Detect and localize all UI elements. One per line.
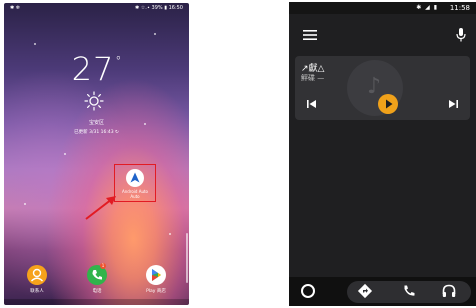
- microphone-icon[interactable]: [456, 28, 466, 42]
- play-button[interactable]: [378, 94, 398, 114]
- weather-city: 宝安区: [88, 120, 104, 126]
- status-left-icons: ✱ ❄: [10, 5, 20, 11]
- play-store-icon[interactable]: [146, 265, 166, 285]
- skip-previous-icon[interactable]: [307, 100, 317, 108]
- android-auto-nav-bar: [289, 277, 476, 306]
- android-auto-icon[interactable]: [126, 169, 144, 187]
- top-app-bar: [289, 14, 476, 54]
- phone-call-icon[interactable]: [401, 283, 417, 299]
- dock-app-contacts[interactable]: 联系人: [24, 265, 50, 294]
- status-right-info: ✱ ☆.∙ 39% ▮ 16:50: [134, 5, 183, 11]
- right-phone-android-auto: ✱ ◢ ▮ 11:58 ♪ ↗獻△ 鮃碟 —: [289, 2, 476, 306]
- track-artist: 鮃碟 —: [301, 74, 325, 82]
- weather-temperature[interactable]: 27°: [4, 50, 189, 88]
- home-circle-icon[interactable]: [301, 284, 315, 298]
- status-time: 11:58: [449, 4, 470, 12]
- dock-app-phone[interactable]: 1 电话: [84, 263, 110, 294]
- media-playback-card[interactable]: ♪ ↗獻△ 鮃碟 —: [295, 56, 470, 120]
- dock-label-phone: 电话: [92, 289, 102, 294]
- dock-app-play-store[interactable]: Play 商店: [143, 265, 169, 294]
- red-arrow-pointer: [85, 196, 116, 220]
- left-phone-home-screen: ✱ ❄ ✱ ☆.∙ 39% ▮ 16:50 27° 宝安区 已更新 3/31 1…: [4, 3, 189, 305]
- status-bar: ✱ ◢ ▮ 11:58: [289, 2, 476, 14]
- sun-icon: [84, 91, 104, 111]
- degree-symbol: °: [115, 54, 123, 68]
- dock-label-play-store: Play 商店: [146, 289, 166, 294]
- navigation-icon[interactable]: [357, 283, 373, 299]
- android-auto-label: Android Auto Auto: [121, 189, 149, 199]
- status-bar: ✱ ❄ ✱ ☆.∙ 39% ▮ 16:50: [4, 3, 189, 13]
- dock-label-contacts: 联系人: [30, 289, 44, 294]
- play-icon: [386, 99, 393, 109]
- phone-icon[interactable]: 1: [87, 263, 107, 285]
- screenshot-comparison: ✱ ❄ ✱ ☆.∙ 39% ▮ 16:50 27° 宝安区 已更新 3/31 1…: [0, 0, 476, 308]
- phone-badge: 1: [100, 263, 106, 269]
- contacts-icon[interactable]: [27, 265, 47, 285]
- android-auto-app-highlight[interactable]: Android Auto Auto: [114, 164, 156, 202]
- skip-next-icon[interactable]: [448, 100, 458, 108]
- weather-updated: 已更新 3/31 16:43 ↻: [74, 130, 119, 135]
- headphones-icon[interactable]: [441, 283, 457, 299]
- status-icons: ✱ ◢ ▮: [416, 4, 438, 11]
- page-scroll-indicator: [186, 233, 188, 283]
- hamburger-menu-icon[interactable]: [303, 30, 317, 40]
- navigation-bar: [4, 299, 189, 305]
